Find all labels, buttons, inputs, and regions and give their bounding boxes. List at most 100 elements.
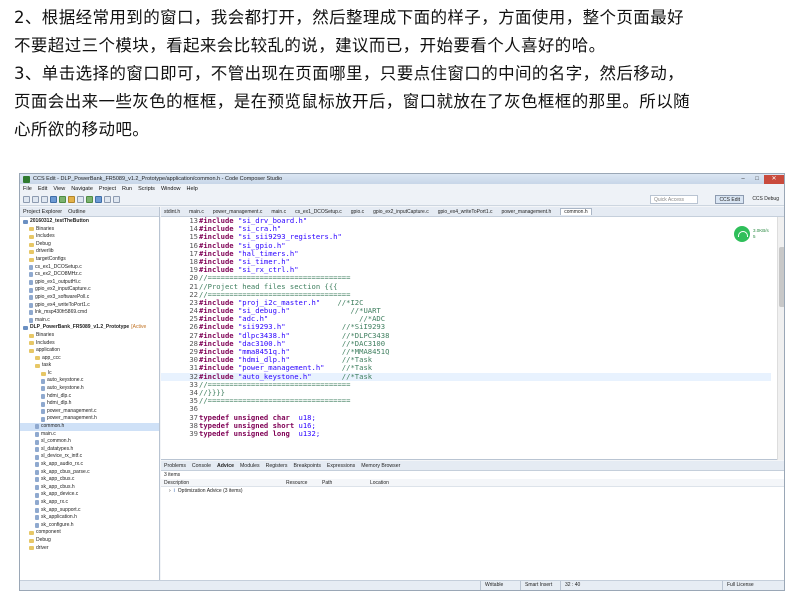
tree-item[interactable]: sl_device_rx_intf.c	[20, 453, 159, 461]
tree-item[interactable]: Debug	[20, 537, 159, 545]
bottom-tab-expressions[interactable]: Expressions	[327, 463, 355, 469]
menu-item-scripts[interactable]: Scripts	[138, 186, 155, 192]
col-description[interactable]: Description	[164, 479, 286, 486]
tree-item[interactable]: Binaries	[20, 332, 159, 340]
tree-item[interactable]: driverlib	[20, 248, 159, 256]
menu-item-view[interactable]: View	[53, 186, 65, 192]
menu-item-help[interactable]: Help	[187, 186, 198, 192]
code-line[interactable]: 35//=================================	[161, 396, 771, 405]
editor-tab[interactable]: common.h	[560, 208, 592, 215]
tree-item[interactable]: sl_datatypes.h	[20, 446, 159, 454]
editor-tab[interactable]: power_management.h	[502, 209, 552, 215]
editor-tab[interactable]: gpio.c	[351, 209, 364, 215]
close-icon[interactable]: ✕	[764, 174, 784, 184]
tree-item[interactable]: sl_common.h	[20, 438, 159, 446]
debug-icon[interactable]	[59, 195, 66, 203]
tree-item[interactable]: 20160312_testTheButton	[20, 218, 159, 226]
menu-item-file[interactable]: File	[23, 186, 32, 192]
editor-tab[interactable]: main.c	[189, 209, 204, 215]
tree-item[interactable]: Includes	[20, 233, 159, 241]
tree-item[interactable]: auto_keystone.h	[20, 385, 159, 393]
tree-item[interactable]: driver	[20, 545, 159, 553]
tree-item[interactable]: main.c	[20, 431, 159, 439]
maximize-icon[interactable]: □	[750, 175, 764, 184]
scrollbar-thumb[interactable]	[779, 247, 784, 307]
tree-item[interactable]: sk_app_audio_rx.c	[20, 461, 159, 469]
editor-tab[interactable]: cs_ex1_DCOSetup.c	[295, 209, 342, 215]
tab-outline[interactable]: Outline	[68, 209, 85, 215]
tree-item[interactable]: Debug	[20, 241, 159, 249]
tree-item[interactable]: gpio_ex2_inputCapture.c	[20, 286, 159, 294]
tree-item[interactable]: sk_app_device.c	[20, 491, 159, 499]
bottom-tab-modules[interactable]: Modules	[240, 463, 260, 469]
menu-item-run[interactable]: Run	[122, 186, 132, 192]
tree-item[interactable]: sk_application.h	[20, 514, 159, 522]
tree-item[interactable]: sk_app_rx.c	[20, 499, 159, 507]
menu-item-project[interactable]: Project	[99, 186, 116, 192]
tree-item[interactable]: sk_configure.h	[20, 522, 159, 530]
tree-item[interactable]: lc	[20, 370, 159, 378]
tree-item[interactable]: power_management.c	[20, 408, 159, 416]
col-resource[interactable]: Resource	[286, 479, 322, 486]
forward-icon[interactable]	[113, 195, 120, 203]
perspective-ccs-edit[interactable]: CCS Edit	[715, 195, 744, 204]
tree-item[interactable]: gpio_ex1_outputHi.c	[20, 279, 159, 287]
tree-item[interactable]: cs_ex1_DCOSetup.c	[20, 264, 159, 272]
tree-item[interactable]: Includes	[20, 340, 159, 348]
editor-tab[interactable]: power_management.c	[213, 209, 262, 215]
tree-item[interactable]: gpio_ex4_writeToPort1.c	[20, 302, 159, 310]
new-icon[interactable]	[23, 195, 30, 203]
tree-item[interactable]: sk_app_cbus_parse.c	[20, 469, 159, 477]
tab-project-explorer[interactable]: Project Explorer	[23, 209, 62, 215]
bottom-tab-breakpoints[interactable]: Breakpoints	[294, 463, 321, 469]
search-icon[interactable]	[77, 195, 84, 203]
tree-item[interactable]: hdmi_dlp.c	[20, 393, 159, 401]
window-titlebar[interactable]: CCS Edit - DLP_PowerBank_FR5089_v1.2_Pro…	[20, 174, 784, 184]
tree-item[interactable]: lnk_msp430fr5869.cmd	[20, 309, 159, 317]
tree-item[interactable]: hdmi_dlp.h	[20, 400, 159, 408]
tree-item[interactable]: gpio_ex3_softwarePoll.c	[20, 294, 159, 302]
tree-item[interactable]: sk_app_cbus.c	[20, 476, 159, 484]
menu-item-window[interactable]: Window	[161, 186, 181, 192]
editor-scrollbar[interactable]	[777, 217, 784, 460]
flash-icon[interactable]	[68, 195, 75, 203]
bottom-tab-registers[interactable]: Registers	[266, 463, 288, 469]
quick-access-input[interactable]: Quick Access	[650, 195, 698, 204]
editor-tab[interactable]: stdint.h	[164, 209, 180, 215]
tree-item[interactable]: auto_keystone.c	[20, 377, 159, 385]
menu-item-edit[interactable]: Edit	[38, 186, 47, 192]
tree-item[interactable]: application	[20, 347, 159, 355]
code-line[interactable]: 33//=================================	[161, 380, 771, 389]
tree-item[interactable]: targetConfigs	[20, 256, 159, 264]
bottom-tab-console[interactable]: Console	[192, 463, 211, 469]
code-area[interactable]: 13 #include "si_drv_board.h" 14 #include "s…	[161, 216, 771, 460]
menu-item-navigate[interactable]: Navigate	[71, 186, 93, 192]
bottom-tab-memory-browser[interactable]: Memory Browser	[361, 463, 400, 469]
editor-tab[interactable]: main.c	[271, 209, 286, 215]
wifi-icon[interactable]	[734, 226, 750, 242]
bottom-tab-advice[interactable]: Advice	[217, 463, 234, 469]
table-row[interactable]: › i Optimization Advice (3 items)	[161, 487, 784, 495]
tree-item[interactable]: DLP_PowerBank_FR5089_v1.2_Prototype [Acti…	[20, 324, 159, 332]
editor-tab[interactable]: gpio_ex4_writeToPort1.c	[438, 209, 493, 215]
build-icon[interactable]	[50, 195, 57, 203]
back-icon[interactable]	[104, 195, 111, 203]
tree-item[interactable]: task	[20, 362, 159, 370]
col-location[interactable]: Location	[370, 479, 430, 486]
tree-item[interactable]: main.c	[20, 317, 159, 325]
minimize-icon[interactable]: –	[736, 175, 750, 184]
tree-item[interactable]: cs_ex2_DCO8MHz.c	[20, 271, 159, 279]
tree-item[interactable]: common.h	[20, 423, 159, 431]
perspective-ccs-debug[interactable]: CCS Debug	[749, 195, 782, 204]
save-all-icon[interactable]	[41, 195, 48, 203]
save-icon[interactable]	[32, 195, 39, 203]
expand-icon[interactable]: ›	[169, 487, 171, 495]
code-line[interactable]: 39 typedef unsigned long u132;	[161, 429, 771, 438]
tree-item[interactable]: app_ccc	[20, 355, 159, 363]
col-path[interactable]: Path	[322, 479, 370, 486]
bottom-tab-problems[interactable]: Problems	[164, 463, 186, 469]
tree-item[interactable]: sk_app_cbus.h	[20, 484, 159, 492]
tree-item[interactable]: sk_app_support.c	[20, 507, 159, 515]
tree-item[interactable]: power_management.h	[20, 415, 159, 423]
tree-item[interactable]: Binaries	[20, 226, 159, 234]
